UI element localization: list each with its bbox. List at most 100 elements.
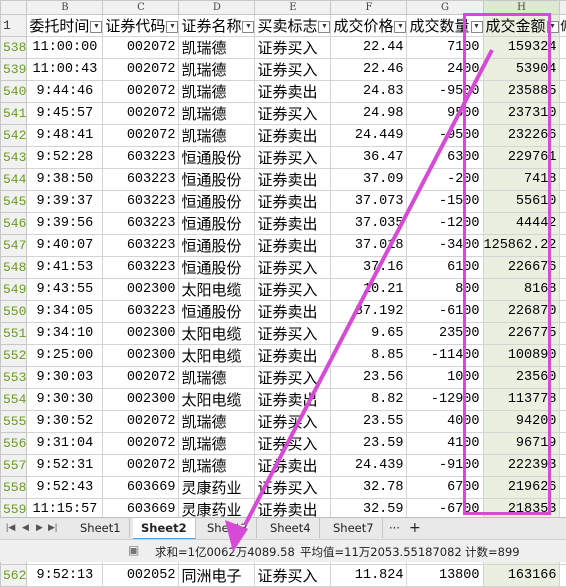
amount-cell[interactable]: 226676 bbox=[483, 257, 560, 279]
side-cell[interactable]: 证券买入 bbox=[255, 37, 331, 59]
side-cell[interactable]: 证券买入 bbox=[255, 257, 331, 279]
code-cell[interactable]: 603223 bbox=[103, 147, 179, 169]
next-sheet-icon[interactable]: ▶ bbox=[36, 522, 43, 533]
empty-cell[interactable] bbox=[560, 455, 566, 477]
name-cell[interactable]: 太阳电缆 bbox=[179, 345, 255, 367]
price-cell[interactable]: 37.192 bbox=[331, 301, 407, 323]
row-number[interactable]: 544 bbox=[1, 169, 27, 191]
empty-cell[interactable] bbox=[560, 565, 566, 587]
side-cell[interactable]: 证券卖出 bbox=[255, 191, 331, 213]
price-cell[interactable]: 8.82 bbox=[331, 389, 407, 411]
side-cell[interactable]: 证券买入 bbox=[255, 565, 331, 587]
qty-cell[interactable]: -1200 bbox=[407, 213, 483, 235]
qty-cell[interactable]: 1000 bbox=[407, 367, 483, 389]
qty-cell[interactable]: -200 bbox=[407, 169, 483, 191]
code-cell[interactable]: 002072 bbox=[103, 37, 179, 59]
row-number[interactable]: 558 bbox=[1, 477, 27, 499]
amount-cell[interactable]: 96719 bbox=[483, 433, 560, 455]
qty-cell[interactable]: 4000 bbox=[407, 411, 483, 433]
column-header-f[interactable]: F bbox=[331, 1, 407, 15]
qty-cell[interactable]: 6300 bbox=[407, 147, 483, 169]
empty-cell[interactable] bbox=[560, 323, 566, 345]
filter-dropdown-icon[interactable]: ▼ bbox=[547, 21, 559, 33]
empty-cell[interactable] bbox=[560, 37, 566, 59]
filter-dropdown-icon[interactable]: ▼ bbox=[318, 21, 330, 33]
row-number[interactable]: 543 bbox=[1, 147, 27, 169]
time-cell[interactable]: 9:39:37 bbox=[27, 191, 103, 213]
qty-cell[interactable]: 4100 bbox=[407, 433, 483, 455]
amount-cell[interactable]: 222393 bbox=[483, 455, 560, 477]
column-header-g[interactable]: G bbox=[407, 1, 483, 15]
name-cell[interactable]: 恒通股份 bbox=[179, 169, 255, 191]
row-number[interactable]: 538 bbox=[1, 37, 27, 59]
empty-cell[interactable] bbox=[560, 389, 566, 411]
row-number[interactable]: 539 bbox=[1, 59, 27, 81]
qty-cell[interactable]: 13800 bbox=[407, 565, 483, 587]
first-sheet-icon[interactable]: |◀ bbox=[6, 522, 15, 533]
time-cell[interactable]: 9:43:55 bbox=[27, 279, 103, 301]
name-cell[interactable]: 同洲电子 bbox=[179, 565, 255, 587]
empty-cell[interactable] bbox=[560, 213, 566, 235]
code-cell[interactable]: 002072 bbox=[103, 367, 179, 389]
empty-cell[interactable] bbox=[560, 191, 566, 213]
side-cell[interactable]: 证券卖出 bbox=[255, 169, 331, 191]
qty-cell[interactable]: -3400 bbox=[407, 235, 483, 257]
header-cell-selected[interactable]: 成交金额▼ bbox=[483, 15, 560, 37]
time-cell[interactable]: 9:44:46 bbox=[27, 81, 103, 103]
side-cell[interactable]: 证券卖出 bbox=[255, 81, 331, 103]
time-cell[interactable]: 9:52:28 bbox=[27, 147, 103, 169]
code-cell[interactable]: 002052 bbox=[103, 565, 179, 587]
amount-cell[interactable]: 226870 bbox=[483, 301, 560, 323]
side-cell[interactable]: 证券卖出 bbox=[255, 389, 331, 411]
code-cell[interactable]: 002072 bbox=[103, 125, 179, 147]
row-number[interactable]: 551 bbox=[1, 323, 27, 345]
time-cell[interactable]: 9:41:53 bbox=[27, 257, 103, 279]
tab-sheet2[interactable]: Sheet2 bbox=[133, 518, 196, 540]
row-number[interactable]: 540 bbox=[1, 81, 27, 103]
add-sheet-button[interactable]: + bbox=[405, 518, 425, 538]
name-cell[interactable]: 恒通股份 bbox=[179, 257, 255, 279]
empty-cell[interactable] bbox=[560, 59, 566, 81]
code-cell[interactable]: 002300 bbox=[103, 389, 179, 411]
price-cell[interactable]: 24.449 bbox=[331, 125, 407, 147]
code-cell[interactable]: 002072 bbox=[103, 455, 179, 477]
code-cell[interactable]: 002072 bbox=[103, 103, 179, 125]
amount-cell[interactable]: 163166 bbox=[483, 565, 560, 587]
side-cell[interactable]: 证券买入 bbox=[255, 103, 331, 125]
column-header-d[interactable]: D bbox=[179, 1, 255, 15]
price-cell[interactable]: 37.035 bbox=[331, 213, 407, 235]
time-cell[interactable]: 9:30:03 bbox=[27, 367, 103, 389]
row-number[interactable]: 550 bbox=[1, 301, 27, 323]
row-number[interactable]: 554 bbox=[1, 389, 27, 411]
price-cell[interactable]: 36.47 bbox=[331, 147, 407, 169]
prev-sheet-icon[interactable]: ◀ bbox=[22, 522, 29, 533]
empty-cell[interactable] bbox=[560, 301, 566, 323]
code-cell[interactable]: 002072 bbox=[103, 411, 179, 433]
tab-sheet3[interactable]: Sheet3 bbox=[199, 518, 257, 538]
amount-cell[interactable]: 113778 bbox=[483, 389, 560, 411]
code-cell[interactable]: 603223 bbox=[103, 213, 179, 235]
side-cell[interactable]: 证券买入 bbox=[255, 279, 331, 301]
header-cell[interactable]: 成交数量▼ bbox=[407, 15, 483, 37]
price-cell[interactable]: 23.55 bbox=[331, 411, 407, 433]
time-cell[interactable]: 9:30:52 bbox=[27, 411, 103, 433]
qty-cell[interactable]: 2400 bbox=[407, 59, 483, 81]
code-cell[interactable]: 603223 bbox=[103, 301, 179, 323]
row-number[interactable]: 548 bbox=[1, 257, 27, 279]
price-cell[interactable]: 37.073 bbox=[331, 191, 407, 213]
price-cell[interactable]: 8.85 bbox=[331, 345, 407, 367]
name-cell[interactable]: 恒通股份 bbox=[179, 213, 255, 235]
name-cell[interactable]: 太阳电缆 bbox=[179, 389, 255, 411]
qty-cell[interactable]: -9500 bbox=[407, 81, 483, 103]
column-header-i[interactable] bbox=[560, 1, 566, 15]
code-cell[interactable]: 002072 bbox=[103, 81, 179, 103]
amount-cell[interactable]: 55610 bbox=[483, 191, 560, 213]
tab-sheet7[interactable]: Sheet7 bbox=[325, 518, 383, 538]
code-cell[interactable]: 603223 bbox=[103, 191, 179, 213]
amount-cell[interactable]: 226775 bbox=[483, 323, 560, 345]
price-cell[interactable]: 37.018 bbox=[331, 235, 407, 257]
tab-sheet4[interactable]: Sheet4 bbox=[262, 518, 320, 538]
row-number[interactable]: 556 bbox=[1, 433, 27, 455]
name-cell[interactable]: 恒通股份 bbox=[179, 147, 255, 169]
filter-dropdown-icon[interactable]: ▼ bbox=[394, 21, 406, 33]
